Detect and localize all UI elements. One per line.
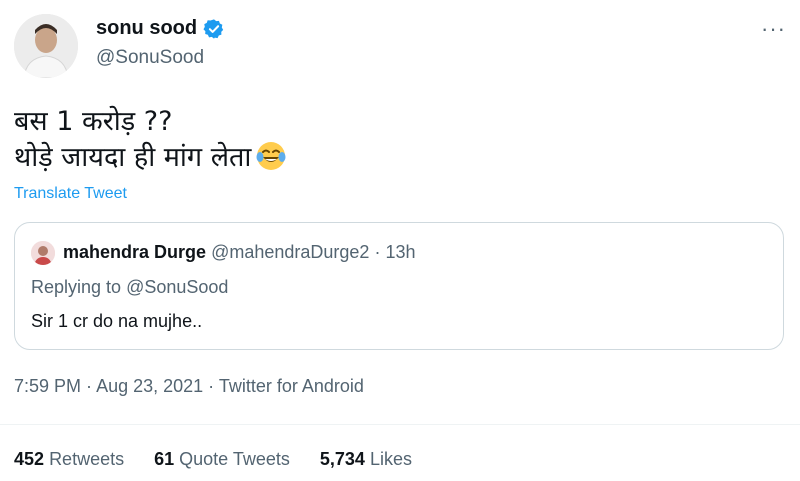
- quoted-separator: ·: [369, 242, 386, 262]
- engagement-stats: 452 Retweets 61 Quote Tweets 5,734 Likes: [14, 449, 442, 470]
- replying-prefix: Replying to: [31, 277, 127, 297]
- tweet-line-2-text: थोड़े जायदा ही मांग लेता: [14, 142, 252, 173]
- quoted-author-name[interactable]: mahendra Durge: [63, 242, 206, 262]
- meta-separator-2: ·: [203, 376, 219, 396]
- likes-label: Likes: [369, 449, 412, 469]
- avatar[interactable]: [14, 14, 78, 78]
- quote-tweets-stat[interactable]: 61 Quote Tweets: [154, 449, 290, 470]
- meta-separator-1: ·: [81, 376, 97, 396]
- tweet-timestamp: 7:59 PM · Aug 23, 2021 · Twitter for And…: [14, 376, 364, 397]
- retweets-stat[interactable]: 452 Retweets: [14, 449, 124, 470]
- more-options-icon[interactable]: ···: [761, 18, 786, 40]
- quotes-count: 61: [154, 449, 175, 469]
- likes-count: 5,734: [319, 449, 365, 469]
- author-name-row[interactable]: sonu sood: [96, 17, 225, 40]
- retweets-count: 452: [14, 449, 45, 469]
- author-handle[interactable]: @SonuSood: [96, 47, 204, 69]
- quoted-replying-to: Replying to @SonuSood: [31, 277, 228, 298]
- divider: [0, 424, 800, 425]
- tweet-text: बस 1 करोड़ ?? थोड़े जायदा ही मांग लेता: [14, 104, 287, 176]
- author-name[interactable]: sonu sood: [96, 17, 197, 40]
- quotes-label: Quote Tweets: [179, 449, 290, 469]
- tweet-date[interactable]: Aug 23, 2021: [96, 376, 203, 396]
- quoted-author-avatar[interactable]: [31, 241, 55, 265]
- tweet-line-1: बस 1 करोड़ ??: [14, 106, 173, 137]
- quoted-author-handle[interactable]: @mahendraDurge2: [211, 242, 369, 262]
- quoted-time[interactable]: 13h: [385, 242, 415, 262]
- tweet-time[interactable]: 7:59 PM: [14, 376, 81, 396]
- translate-tweet-link[interactable]: Translate Tweet: [14, 185, 127, 203]
- retweets-label: Retweets: [49, 449, 125, 469]
- quoted-tweet-card[interactable]: mahendra Durge @mahendraDurge2 · 13h Rep…: [14, 222, 784, 350]
- quoted-profile-photo-icon: [31, 241, 55, 265]
- replying-mention[interactable]: @SonuSood: [126, 277, 228, 297]
- quoted-tweet-text: Sir 1 cr do na mujhe..: [31, 311, 203, 331]
- likes-stat[interactable]: 5,734 Likes: [320, 449, 412, 470]
- quoted-header: mahendra Durge @mahendraDurge2 · 13h: [63, 242, 415, 263]
- profile-photo-icon: [14, 14, 78, 78]
- tweet-line-2: थोड़े जायदा ही मांग लेता: [14, 140, 287, 176]
- tweet-source[interactable]: Twitter for Android: [219, 376, 364, 396]
- face-with-tears-of-joy-icon: [255, 140, 287, 172]
- verified-badge-icon: [203, 18, 225, 40]
